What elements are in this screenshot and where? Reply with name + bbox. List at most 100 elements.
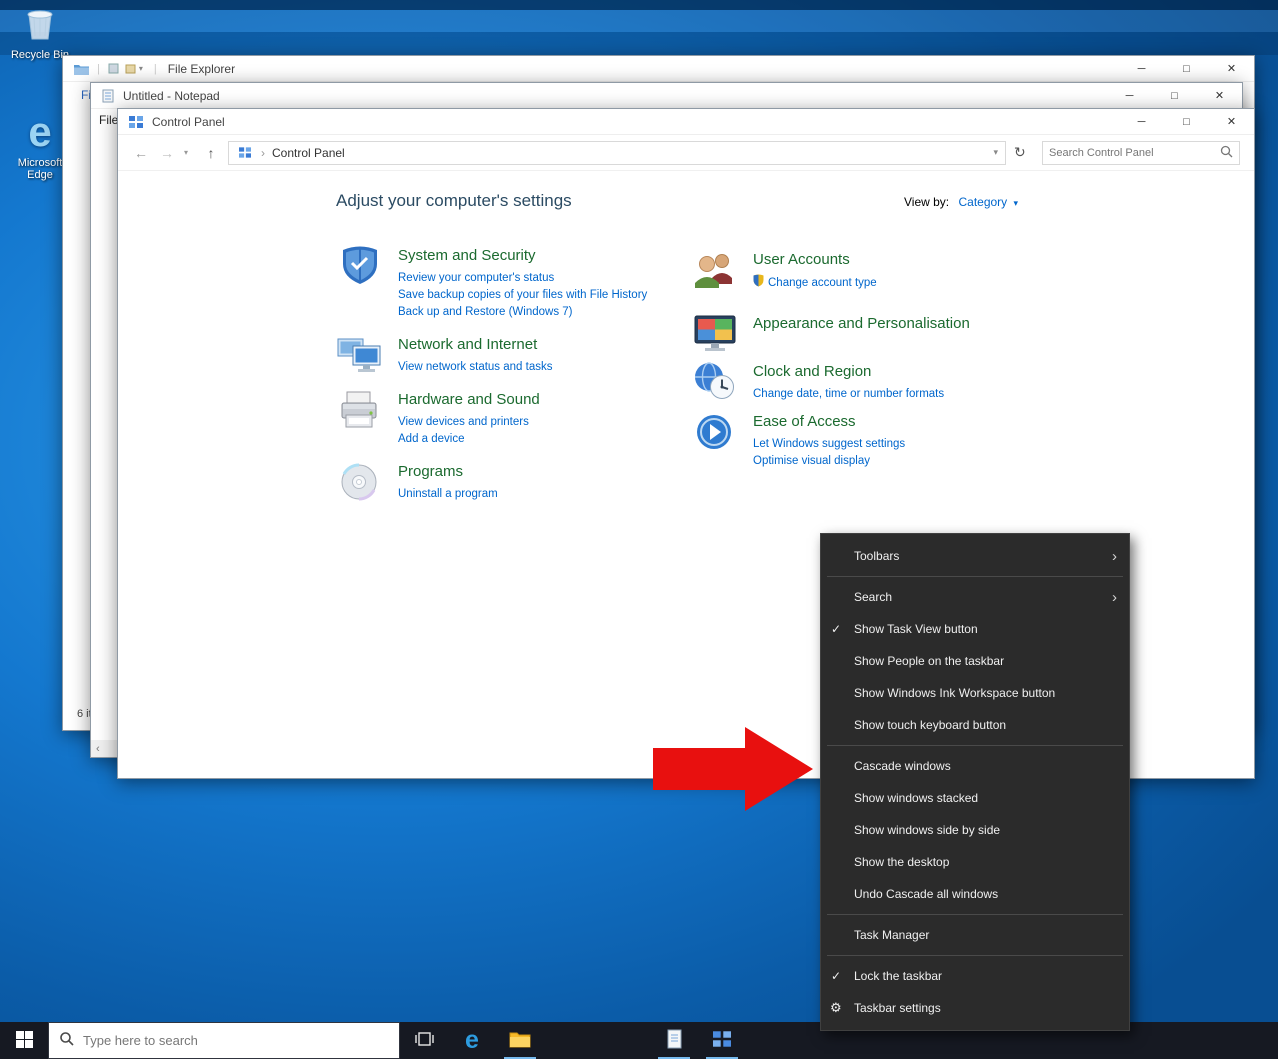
close-button[interactable]: ✕ (1209, 109, 1254, 134)
category-link[interactable]: Change date, time or number formats (753, 386, 944, 403)
check-icon: ✓ (831, 622, 841, 636)
users-icon (691, 249, 739, 291)
view-by-control: View by: Category ▾ (904, 195, 1018, 209)
menu-item-label: Show the desktop (854, 855, 949, 869)
menu-item-show-the-desktop[interactable]: Show the desktop (821, 846, 1129, 878)
category-system-and-security: System and Security Review your computer… (336, 247, 681, 321)
menu-item-label: Show windows side by side (854, 823, 1000, 837)
minimize-button[interactable]: ─ (1119, 56, 1164, 81)
category-title[interactable]: Programs (398, 463, 498, 481)
category-title[interactable]: Hardware and Sound (398, 391, 540, 409)
menu-separator (827, 914, 1123, 915)
desktop-icon-recycle-bin[interactable]: Recycle Bin (8, 5, 72, 61)
category-link[interactable]: Change account type (768, 275, 877, 292)
category-title[interactable]: System and Security (398, 247, 647, 265)
menu-item-cascade-windows[interactable]: Cascade windows (821, 750, 1129, 782)
navigation-bar: ← → ▾ ↑ › Control Panel ▾ ↻ (118, 135, 1254, 171)
menu-item-show-ink-workspace[interactable]: Show Windows Ink Workspace button (821, 677, 1129, 709)
menu-item-label: Show People on the taskbar (854, 654, 1004, 668)
category-link[interactable]: Review your computer's status (398, 270, 554, 287)
menu-item-undo-cascade[interactable]: Undo Cascade all windows (821, 878, 1129, 910)
submenu-chevron-icon: › (1112, 589, 1117, 606)
notepad-icon (102, 89, 114, 103)
search-input[interactable] (1049, 147, 1220, 159)
task-view-button[interactable] (400, 1022, 448, 1059)
category-title[interactable]: Ease of Access (753, 413, 905, 431)
new-folder-icon[interactable] (125, 63, 136, 74)
recycle-bin-icon (8, 5, 72, 46)
menu-item-label: Lock the taskbar (854, 969, 942, 983)
ease-of-access-icon (691, 411, 739, 453)
minimize-button[interactable]: ─ (1107, 83, 1152, 108)
category-link[interactable]: Save backup copies of your files with Fi… (398, 287, 647, 304)
edge-taskbar-button[interactable]: e (448, 1022, 496, 1059)
back-button[interactable]: ← (132, 145, 150, 161)
category-title[interactable]: User Accounts (753, 251, 877, 269)
chevron-down-icon[interactable]: ▾ (1014, 198, 1019, 208)
control-panel-icon (239, 147, 251, 158)
category-link[interactable]: Uninstall a program (398, 486, 498, 503)
control-panel-titlebar[interactable]: Control Panel ─ □ ✕ (118, 109, 1254, 135)
wallpaper-band (0, 10, 1278, 32)
close-button[interactable]: ✕ (1197, 83, 1242, 108)
file-menu[interactable]: File (99, 113, 118, 127)
control-panel-taskbar-button[interactable] (698, 1022, 746, 1059)
wallpaper-band (0, 32, 1278, 55)
menu-item-show-people[interactable]: Show People on the taskbar (821, 645, 1129, 677)
menu-item-show-touch-keyboard[interactable]: Show touch keyboard button (821, 709, 1129, 741)
properties-icon[interactable] (108, 63, 119, 74)
menu-item-label: Task Manager (854, 928, 929, 942)
menu-item-label: Show touch keyboard button (854, 718, 1006, 732)
category-title[interactable]: Network and Internet (398, 336, 552, 354)
view-by-label: View by: (904, 195, 949, 209)
customize-quick-access-icon[interactable]: ▾ (139, 64, 149, 73)
file-explorer-taskbar-button[interactable] (496, 1022, 544, 1059)
notepad-taskbar-button[interactable] (650, 1022, 698, 1059)
maximize-button[interactable]: □ (1164, 109, 1209, 134)
uac-shield-icon (753, 274, 764, 293)
menu-item-task-manager[interactable]: Task Manager (821, 919, 1129, 951)
menu-item-toolbars[interactable]: Toolbars › (821, 540, 1129, 572)
start-button[interactable] (0, 1022, 48, 1059)
notepad-titlebar[interactable]: Untitled - Notepad ─ □ ✕ (91, 83, 1242, 109)
menu-item-taskbar-settings[interactable]: ⚙ Taskbar settings (821, 992, 1129, 1024)
control-panel-icon (129, 116, 143, 128)
view-by-dropdown[interactable]: Category (958, 195, 1007, 209)
search-icon (1220, 145, 1233, 161)
cd-icon (336, 461, 384, 503)
taskbar-search-box[interactable] (48, 1022, 400, 1059)
submenu-chevron-icon: › (1112, 548, 1117, 565)
category-link[interactable]: Let Windows suggest settings (753, 436, 905, 453)
menu-item-show-task-view-button[interactable]: ✓ Show Task View button (821, 613, 1129, 645)
menu-item-show-windows-stacked[interactable]: Show windows stacked (821, 782, 1129, 814)
recent-pages-dropdown-icon[interactable]: ▾ (184, 148, 194, 157)
menu-item-lock-the-taskbar[interactable]: ✓ Lock the taskbar (821, 960, 1129, 992)
address-dropdown-icon[interactable]: ▾ (993, 147, 998, 158)
maximize-button[interactable]: □ (1152, 83, 1197, 108)
taskbar-search-input[interactable] (83, 1033, 389, 1048)
menu-item-show-windows-side-by-side[interactable]: Show windows side by side (821, 814, 1129, 846)
wallpaper-band (0, 0, 1278, 10)
menu-item-search[interactable]: Search › (821, 581, 1129, 613)
scroll-left-icon[interactable]: ‹ (96, 743, 100, 755)
refresh-icon[interactable]: ↻ (1014, 144, 1034, 161)
forward-button[interactable]: → (158, 145, 176, 161)
category-link[interactable]: Add a device (398, 431, 465, 448)
window-title: Control Panel (152, 115, 225, 129)
category-link[interactable]: View devices and printers (398, 414, 529, 431)
file-explorer-titlebar[interactable]: | ▾ | File Explorer ─ □ ✕ (63, 56, 1254, 82)
breadcrumb[interactable]: Control Panel (272, 146, 345, 160)
address-bar[interactable]: › Control Panel ▾ (228, 141, 1006, 165)
up-button[interactable]: ↑ (202, 145, 220, 161)
maximize-button[interactable]: □ (1164, 56, 1209, 81)
category-clock-and-region: Clock and Region Change date, time or nu… (691, 363, 1121, 403)
minimize-button[interactable]: ─ (1119, 109, 1164, 134)
category-link[interactable]: View network status and tasks (398, 359, 552, 376)
category-title[interactable]: Appearance and Personalisation (753, 315, 970, 333)
category-link[interactable]: Optimise visual display (753, 453, 870, 470)
close-button[interactable]: ✕ (1209, 56, 1254, 81)
category-title[interactable]: Clock and Region (753, 363, 944, 381)
control-panel-search-box[interactable] (1042, 141, 1240, 165)
folder-icon (74, 63, 89, 75)
category-link[interactable]: Back up and Restore (Windows 7) (398, 304, 573, 321)
